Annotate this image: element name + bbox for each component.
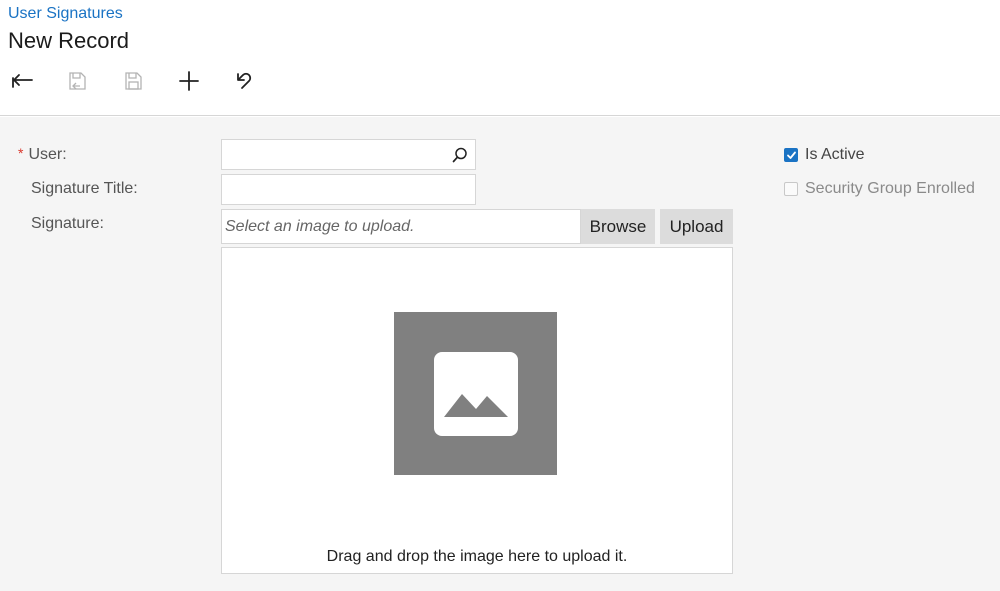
save-close-icon	[69, 72, 86, 90]
page-header: User Signatures New Record	[0, 0, 1000, 116]
save-close-button[interactable]	[62, 66, 92, 96]
signature-title-field[interactable]	[221, 174, 476, 205]
drop-instructions: Drag and drop the image here to upload i…	[326, 548, 628, 565]
save-icon	[125, 72, 142, 90]
is-active-checkbox-row[interactable]: Is Active	[784, 146, 865, 164]
security-group-checkbox-row: Security Group Enrolled	[784, 180, 975, 198]
user-field[interactable]	[221, 139, 476, 170]
signature-title-label: Signature Title:	[31, 180, 138, 197]
user-label: * User:	[18, 145, 67, 164]
image-icon	[433, 351, 518, 436]
undo-button[interactable]	[230, 66, 260, 96]
save-button[interactable]	[118, 66, 148, 96]
signature-title-input[interactable]	[222, 175, 475, 204]
is-active-label: Is Active	[805, 146, 865, 163]
back-arrow-icon	[12, 74, 33, 88]
required-marker: *	[18, 145, 24, 161]
signature-file-field[interactable]	[221, 209, 581, 244]
search-icon[interactable]	[451, 146, 469, 164]
browse-button[interactable]: Browse	[581, 209, 655, 244]
image-drop-zone[interactable]: Drag and drop the image here to upload i…	[221, 247, 733, 574]
back-button[interactable]	[7, 66, 37, 96]
security-group-checkbox	[784, 182, 798, 196]
upload-button[interactable]: Upload	[660, 209, 733, 244]
undo-icon	[237, 72, 252, 89]
checkmark-icon	[786, 151, 796, 159]
signature-file-input[interactable]	[222, 210, 580, 243]
add-new-button[interactable]	[174, 66, 204, 96]
user-label-text: User:	[28, 146, 67, 163]
is-active-checkbox[interactable]	[784, 148, 798, 162]
plus-icon	[179, 71, 199, 91]
security-group-label: Security Group Enrolled	[805, 180, 975, 197]
page-title: New Record	[8, 28, 130, 53]
breadcrumb[interactable]: User Signatures	[8, 5, 123, 23]
user-input[interactable]	[222, 140, 475, 169]
form-area: *User: Signature Title: Signature: Brows…	[0, 117, 1000, 591]
signature-label: Signature:	[31, 215, 104, 232]
image-placeholder	[394, 312, 557, 475]
